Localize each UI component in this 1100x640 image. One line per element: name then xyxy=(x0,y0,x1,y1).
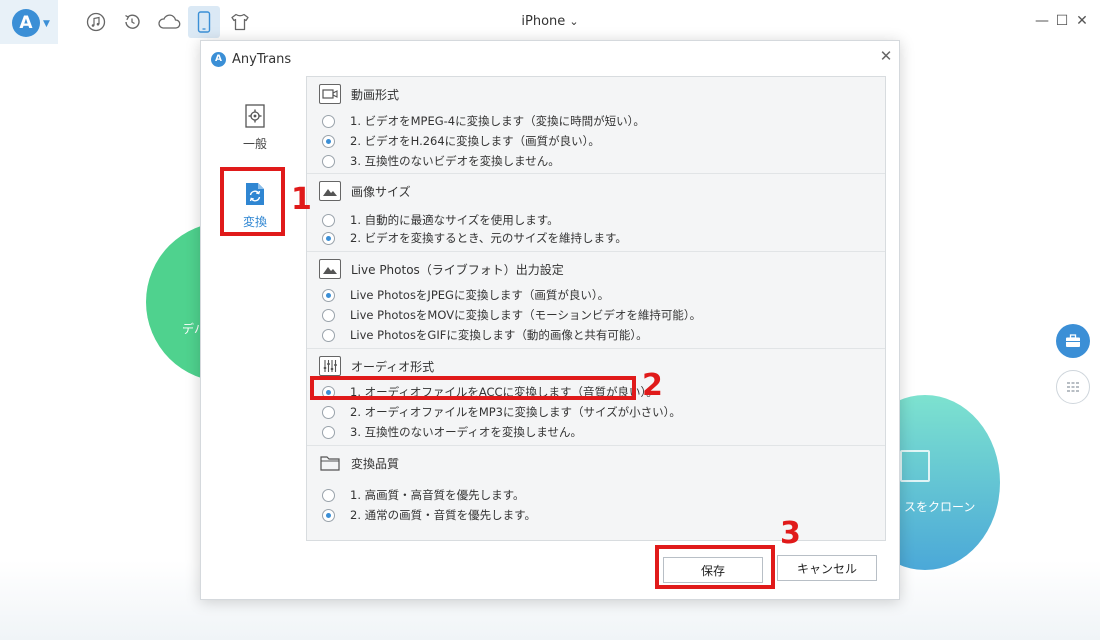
clone-device-label: スをクローン xyxy=(904,500,976,514)
live-photo-option-2[interactable]: Live PhotosをMOVに変換します（モーションビデオを維持可能）。 xyxy=(322,306,701,324)
gear-icon xyxy=(244,103,266,129)
radio-button[interactable] xyxy=(322,231,335,245)
toolbox-icon xyxy=(1066,334,1080,347)
app-logo-icon[interactable]: A xyxy=(12,9,40,37)
option-label: Live PhotosをGIFに変換します（動的画像と共有可能）。 xyxy=(350,328,648,342)
annotation-number-3: 3 xyxy=(780,516,801,551)
radio-button[interactable] xyxy=(322,308,335,322)
audio-option-2[interactable]: 2. オーディオファイルをMP3に変換します（サイズが小さい）。 xyxy=(322,403,681,421)
section-header: Live Photos（ライブフォト）出力設定 xyxy=(319,258,564,280)
history-icon[interactable] xyxy=(120,10,144,34)
radio-button[interactable] xyxy=(322,488,335,502)
radio-button[interactable] xyxy=(322,405,335,419)
toolbox-button[interactable] xyxy=(1056,324,1090,358)
annotation-box-convert-tab xyxy=(220,167,285,236)
option-label: 1. 高画質・高音質を優先します。 xyxy=(350,488,525,502)
annotation-box-audio-option xyxy=(310,376,636,400)
annotation-number-1: 1 xyxy=(291,182,312,217)
option-label: 3. 互換性のないオーディオを変換しません。 xyxy=(350,425,582,439)
section-header: 画像サイズ xyxy=(319,180,411,202)
live-photo-option-3[interactable]: Live PhotosをGIFに変換します（動的画像と共有可能）。 xyxy=(322,326,648,344)
option-label: Live PhotosをJPEGに変換します（画質が良い）。 xyxy=(350,288,610,302)
tab-general-label: 一般 xyxy=(242,137,267,151)
device-name[interactable]: iPhone xyxy=(521,14,565,29)
live-photo-option-1[interactable]: Live PhotosをJPEGに変換します（画質が良い）。 xyxy=(322,286,609,304)
close-window-button[interactable]: ✕ xyxy=(1074,12,1090,30)
audio-option-3[interactable]: 3. 互換性のないオーディオを変換しません。 xyxy=(322,423,582,441)
section-title: Live Photos（ライブフォト）出力設定 xyxy=(351,262,564,277)
video-option-2[interactable]: 2. ビデオをH.264に変換します（画質が良い）。 xyxy=(322,132,600,150)
dialog-title: AnyTrans xyxy=(232,51,292,67)
radio-button[interactable] xyxy=(322,114,335,128)
maximize-button[interactable]: ☐ xyxy=(1054,12,1070,30)
radio-button[interactable] xyxy=(322,154,335,168)
section-title: 変換品質 xyxy=(351,456,400,471)
section-title: オーディオ形式 xyxy=(351,359,435,374)
settings-panel: 動画形式 1. ビデオをMPEG-4に変換します（変換に時間が短い）。 2. ビ… xyxy=(306,76,886,541)
app-menu[interactable]: A ▼ xyxy=(0,0,58,44)
dialog-title-bar: A AnyTrans xyxy=(211,49,291,69)
option-label: 2. ビデオを変換するとき、元のサイズを維持します。 xyxy=(350,231,627,245)
close-icon[interactable]: ✕ xyxy=(877,47,895,65)
live-photo-icon xyxy=(319,259,341,279)
audio-icon xyxy=(319,356,341,376)
clone-icon xyxy=(900,450,930,482)
radio-button[interactable] xyxy=(322,425,335,439)
cloud-icon[interactable] xyxy=(156,10,182,34)
video-option-1[interactable]: 1. ビデオをMPEG-4に変換します（変換に時間が短い）。 xyxy=(322,112,645,130)
option-label: 3. 互換性のないビデオを変換しません。 xyxy=(350,154,560,168)
tab-general[interactable]: 一般 xyxy=(237,103,273,152)
chevron-down-icon[interactable]: ⌄ xyxy=(569,15,578,28)
option-label: 2. ビデオをH.264に変換します（画質が良い）。 xyxy=(350,134,600,148)
annotation-number-2: 2 xyxy=(642,368,663,403)
music-icon[interactable] xyxy=(84,10,108,34)
radio-button[interactable] xyxy=(322,288,335,302)
radio-button[interactable] xyxy=(322,508,335,522)
radio-button[interactable] xyxy=(322,134,335,148)
section-header: 動画形式 xyxy=(319,83,399,105)
option-label: 2. 通常の画質・音質を優先します。 xyxy=(350,508,536,522)
minimize-button[interactable]: — xyxy=(1034,12,1050,30)
section-title: 画像サイズ xyxy=(351,184,411,199)
option-label: 1. 自動的に最適なサイズを使用します。 xyxy=(350,213,559,227)
folder-icon xyxy=(319,453,341,473)
video-option-3[interactable]: 3. 互換性のないビデオを変換しません。 xyxy=(322,152,560,170)
section-live-photos: Live Photos（ライブフォト）出力設定 Live PhotosをJPEG… xyxy=(307,252,885,349)
section-video-format: 動画形式 1. ビデオをMPEG-4に変換します（変換に時間が短い）。 2. ビ… xyxy=(307,77,885,174)
image-icon xyxy=(319,181,341,201)
image-option-2[interactable]: 2. ビデオを変換するとき、元のサイズを維持します。 xyxy=(322,229,627,247)
cancel-button[interactable]: キャンセル xyxy=(777,555,877,581)
option-label: Live PhotosをMOVに変換します（モーションビデオを維持可能）。 xyxy=(350,308,702,322)
grid-icon xyxy=(1067,382,1079,392)
option-label: 2. オーディオファイルをMP3に変換します（サイズが小さい）。 xyxy=(350,405,681,419)
annotation-box-save-button xyxy=(655,545,775,589)
video-icon xyxy=(319,84,341,104)
section-image-size: 画像サイズ 1. 自動的に最適なサイズを使用します。 2. ビデオを変換するとき… xyxy=(307,174,885,252)
quality-option-2[interactable]: 2. 通常の画質・音質を優先します。 xyxy=(322,506,536,524)
quality-option-1[interactable]: 1. 高画質・高音質を優先します。 xyxy=(322,486,524,504)
title-bar: A ▼ iPhone ⌄ — ☐ ✕ xyxy=(0,0,1100,44)
apps-grid-button[interactable] xyxy=(1056,370,1090,404)
anytrans-logo-icon: A xyxy=(211,51,226,67)
radio-button[interactable] xyxy=(322,328,335,342)
radio-button[interactable] xyxy=(322,213,335,227)
option-label: 1. ビデオをMPEG-4に変換します（変換に時間が短い）。 xyxy=(350,114,645,128)
phone-icon[interactable] xyxy=(188,6,220,38)
image-option-1[interactable]: 1. 自動的に最適なサイズを使用します。 xyxy=(322,211,559,229)
section-header: オーディオ形式 xyxy=(319,355,434,377)
chevron-down-icon[interactable]: ▼ xyxy=(43,19,53,29)
section-title: 動画形式 xyxy=(351,87,400,102)
shirt-icon[interactable] xyxy=(228,10,252,34)
section-header: 変換品質 xyxy=(319,452,399,474)
